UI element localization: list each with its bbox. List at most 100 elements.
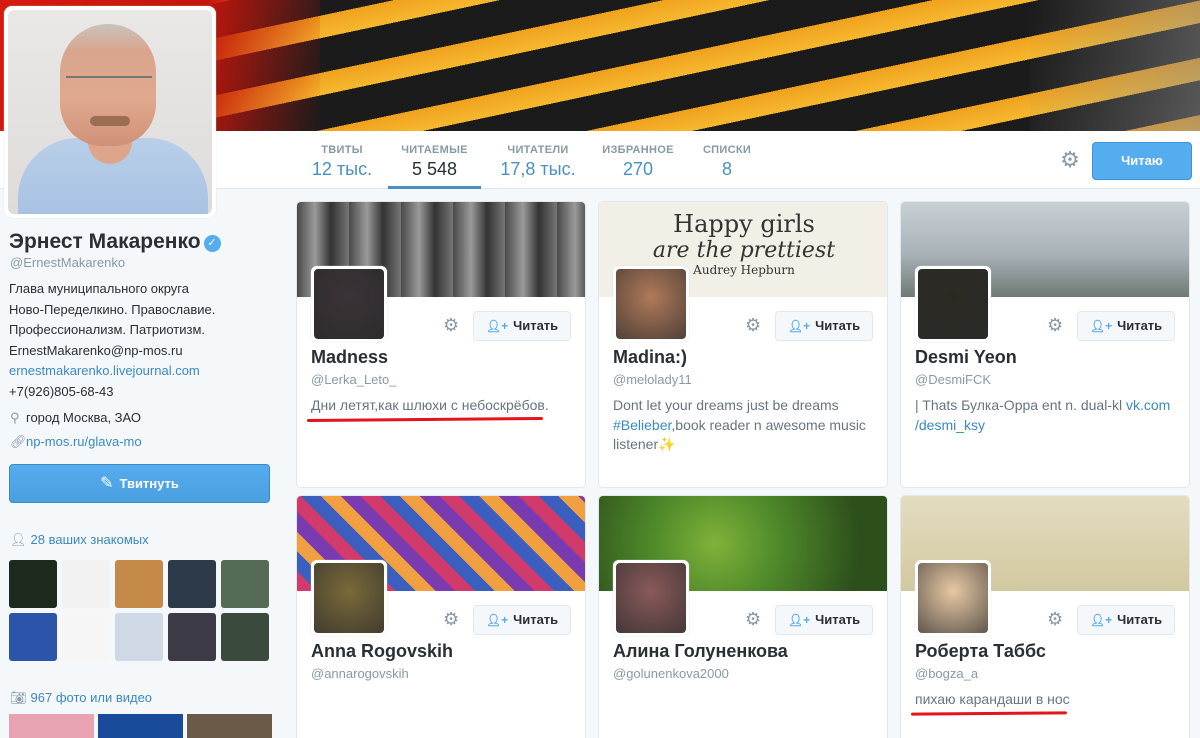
photo-thumb[interactable] [187,714,272,738]
nav-following[interactable]: ЧИТАЕМЫЕ 5 548 [388,131,481,189]
bio-text: пихаю карандаши в нос [915,691,1070,707]
location-pin-icon: ⚲ [10,410,20,425]
card-handle[interactable]: @DesmiFCK [915,372,991,387]
tweet-button[interactable]: ✎ Твитнуть [9,464,270,503]
bio-link[interactable]: #Belieber [613,417,671,433]
card-name[interactable]: Роберта Таббс [915,641,1046,662]
follow-label: Читать [513,318,559,333]
follow-button[interactable]: 👤︎+ Читать [775,605,873,635]
friend-avatar[interactable] [115,560,163,608]
follow-label: Читать [513,612,559,627]
card-bio: пихаю карандаши в нос [915,690,1180,710]
card-avatar[interactable] [613,560,689,636]
friend-avatar[interactable] [62,613,110,661]
friend-avatar[interactable] [221,613,269,661]
gear-icon[interactable]: ⚙ [1058,148,1082,172]
card-name[interactable]: Desmi Yeon [915,347,1017,368]
card-avatar[interactable] [915,266,991,342]
nav-value: 12 тыс. [311,159,373,179]
card-name[interactable]: Madness [311,347,388,368]
nav-label: ИЗБРАННОЕ [602,144,674,156]
bio-line: Ново-Переделкино. Православие. [9,301,216,317]
bio-line: Глава муниципального округа [9,281,189,296]
card-name[interactable]: Алина Голуненкова [613,641,788,662]
follow-label: Читать [815,612,861,627]
card-handle[interactable]: @Lerka_Leto_ [311,372,396,387]
gear-icon[interactable]: ⚙ [1047,315,1063,336]
user-card[interactable]: ⚙ 👤︎+ Читать Роберта Таббс @bogza_a пихаю кар… [900,495,1190,738]
bio-link[interactable]: ernestmakarenko.livejournal.com [9,361,229,382]
gear-icon[interactable]: ⚙ [745,315,761,336]
profile-name-text: Эрнест Макаренко [9,230,201,253]
friend-avatar[interactable] [168,560,216,608]
follow-button[interactable]: 👤︎+ Читать [473,311,571,341]
avatar [314,563,384,633]
card-avatar[interactable] [311,266,387,342]
photos-header[interactable]: 📷︎ 967 фото или видео [10,690,152,706]
friend-avatar[interactable] [168,613,216,661]
nav-tweets[interactable]: ТВИТЫ 12 тыс. [303,131,381,189]
url-text[interactable]: np-mos.ru/glava-mo [26,434,142,449]
photos-label[interactable]: 967 фото или видео [31,690,153,705]
follow-button[interactable]: 👤︎+ Читать [1077,311,1175,341]
add-user-icon: 👤︎+ [787,319,811,333]
bio-text: | Thats Булка-Oppa ent n. dual-kl [915,397,1126,413]
card-bio: Дни летят,как шлюхи с небоскрёбов. [311,396,576,416]
friend-avatar[interactable] [221,560,269,608]
gear-icon[interactable]: ⚙ [745,609,761,630]
nav-value: 8 [721,159,732,179]
user-card[interactable]: ⚙ 👤︎+ Читать Desmi Yeon @DesmiFCK | Thats Бул… [900,201,1190,488]
follow-label: Читать [815,318,861,333]
following-button[interactable]: Читаю [1092,142,1192,180]
card-handle[interactable]: @golunenkova2000 [613,666,729,681]
card-avatar[interactable] [915,560,991,636]
avatar [918,563,988,633]
card-avatar[interactable] [311,560,387,636]
bio-line: ErnestMakarenko@np-mos.ru [9,342,183,358]
tweet-button-label: Твитнуть [119,476,179,491]
bio-line: Профессионализм. Патриотизм. [9,322,206,337]
compose-icon: ✎ [100,475,114,492]
gear-icon[interactable]: ⚙ [1047,609,1063,630]
user-card[interactable]: ⚙ 👤︎+ Читать Алина Голуненкова @golunenkova2… [598,495,888,738]
gear-icon[interactable]: ⚙ [443,609,459,630]
profile-url[interactable]: 🔗︎np-mos.ru/glava-mo [10,434,142,450]
friends-header[interactable]: 👤︎ 28 ваших знакомых [10,532,149,548]
card-handle[interactable]: @annarogovskih [311,666,409,681]
follow-button[interactable]: 👤︎+ Читать [775,311,873,341]
gear-icon[interactable]: ⚙ [443,315,459,336]
card-avatar[interactable] [613,266,689,342]
card-name[interactable]: Madina:) [613,347,687,368]
follow-label: Читать [1117,318,1163,333]
user-card[interactable]: Happy girls are the prettiest Audrey Hepbu… [598,201,888,488]
photo-thumb[interactable] [9,714,94,738]
profile-bio: Глава муниципального округа Ново-Передел… [9,279,229,402]
avatar [314,269,384,339]
card-name[interactable]: Anna Rogovskih [311,641,453,662]
friends-label[interactable]: 28 ваших знакомых [31,532,149,547]
follow-label: Читать [1117,612,1163,627]
follow-button[interactable]: 👤︎+ Читать [1077,605,1175,635]
user-card[interactable]: ⚙ 👤︎+ Читать Anna Rogovskih @annarogovskih [296,495,586,738]
profile-location: ⚲ город Москва, ЗАО [10,410,141,426]
follow-button[interactable]: 👤︎+ Читать [473,605,571,635]
card-handle[interactable]: @bogza_a [915,666,978,681]
user-card[interactable]: ⚙ 👤︎+ Читать Madness @Lerka_Leto_ Дни летят,к… [296,201,586,488]
friend-avatar[interactable] [115,613,163,661]
bio-phone: +7(926)805-68-43 [9,383,114,399]
friend-avatar[interactable] [9,560,57,608]
nav-lists[interactable]: СПИСКИ 8 [697,131,757,189]
photo-thumb[interactable] [98,714,183,738]
friend-avatar[interactable] [62,560,110,608]
bio-text: Дни летят,как шлюхи с небоскрёбов. [311,397,549,413]
add-user-icon: 👤︎+ [1089,319,1113,333]
nav-label: ТВИТЫ [321,144,363,156]
profile-avatar[interactable] [4,6,216,218]
nav-favorites[interactable]: ИЗБРАННОЕ 270 [598,131,678,189]
card-handle[interactable]: @melolady11 [613,372,692,387]
card-bio: Dont let your dreams just be dreams #Bel… [613,396,878,455]
add-user-icon: 👤︎+ [787,613,811,627]
nav-followers[interactable]: ЧИТАТЕЛИ 17,8 тыс. [492,131,584,189]
profile-name: Эрнест Макаренко ✓ [9,230,221,254]
friend-avatar[interactable] [9,613,57,661]
